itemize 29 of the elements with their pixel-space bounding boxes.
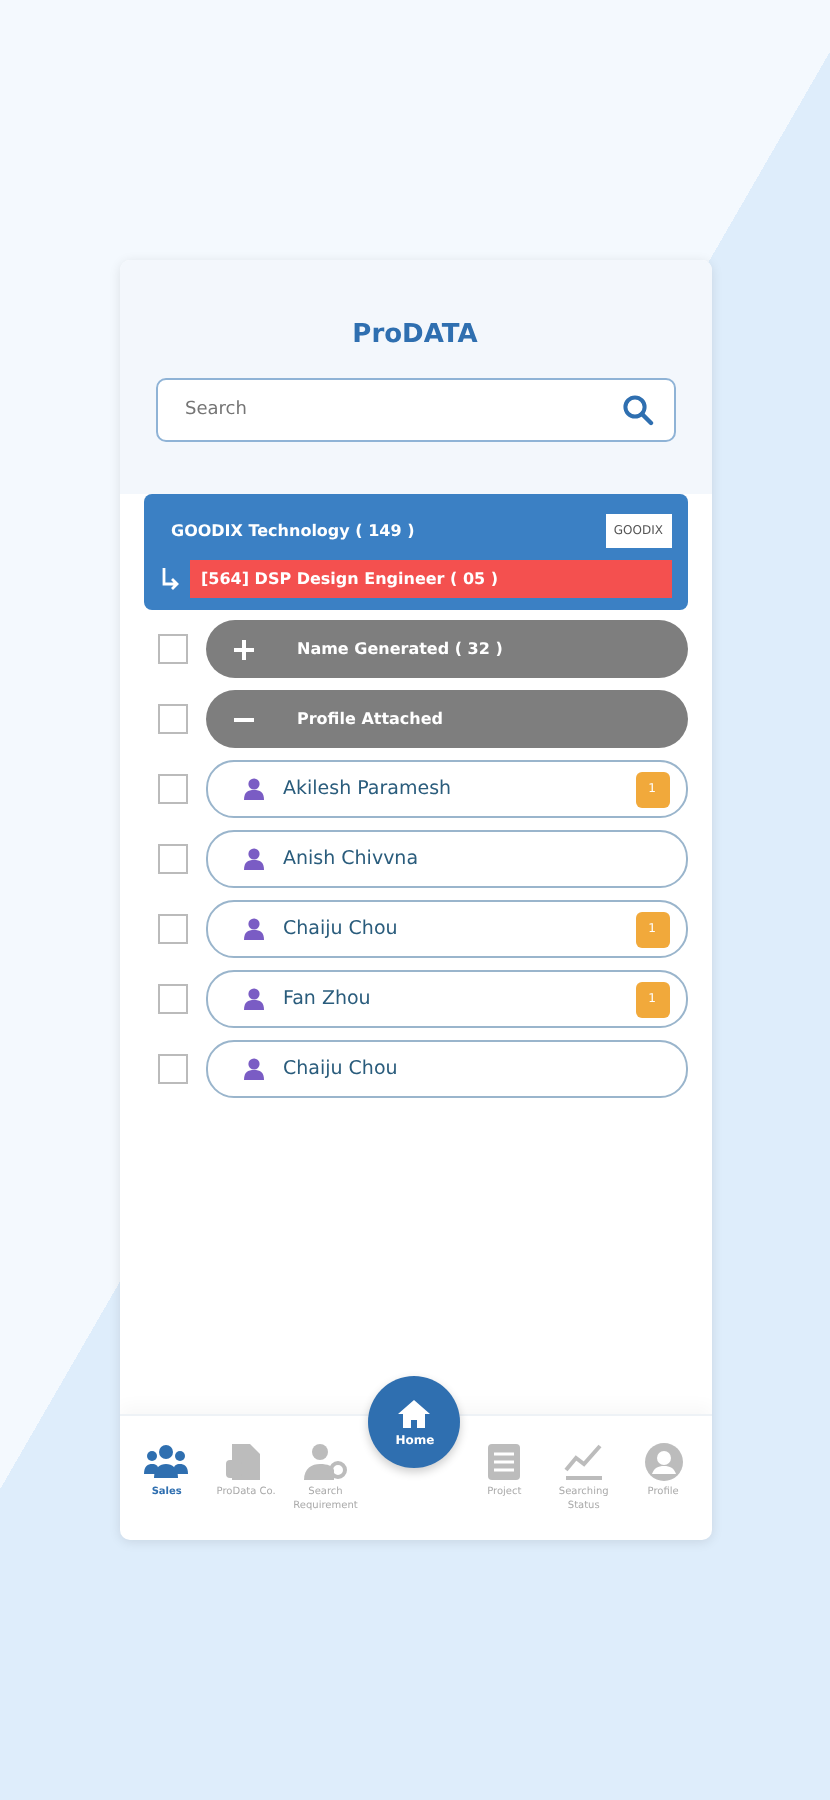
search-icon[interactable] [621,394,653,426]
checkbox[interactable] [157,914,187,944]
expand-icon[interactable] [233,639,253,659]
person-icon [243,1058,263,1080]
position-label[interactable]: [564] DSP Design Engineer ( 05 ) [189,560,671,598]
company-name: GOODIX Technology ( 149 ) [171,522,415,540]
checkbox[interactable] [157,704,187,734]
checkbox[interactable] [157,634,187,664]
group-header[interactable]: Name Generated ( 32 ) [205,620,687,678]
user-icon[interactable] [641,1442,686,1482]
person-icon [243,848,263,870]
person-icon [243,988,263,1010]
person-item[interactable]: Chaiju Chou [205,1040,687,1098]
person-icon [243,918,263,940]
person-icon [243,778,263,800]
home-icon[interactable] [396,1397,433,1429]
search-field[interactable]: Search [181,398,621,422]
people-icon[interactable] [144,1442,189,1482]
checkbox[interactable] [157,774,187,804]
line-chart-icon[interactable] [561,1442,606,1482]
arrow-icon [159,567,179,591]
checkbox[interactable] [157,984,187,1014]
person-item[interactable]: Anish Chivvna [205,830,687,888]
app-title: ProDATA [350,320,480,350]
search-box[interactable]: Search [155,378,675,442]
user-search-icon[interactable] [303,1442,348,1482]
checkbox[interactable] [157,844,187,874]
group-header[interactable]: Profile Attached [205,690,687,748]
checkbox[interactable] [157,1054,187,1084]
